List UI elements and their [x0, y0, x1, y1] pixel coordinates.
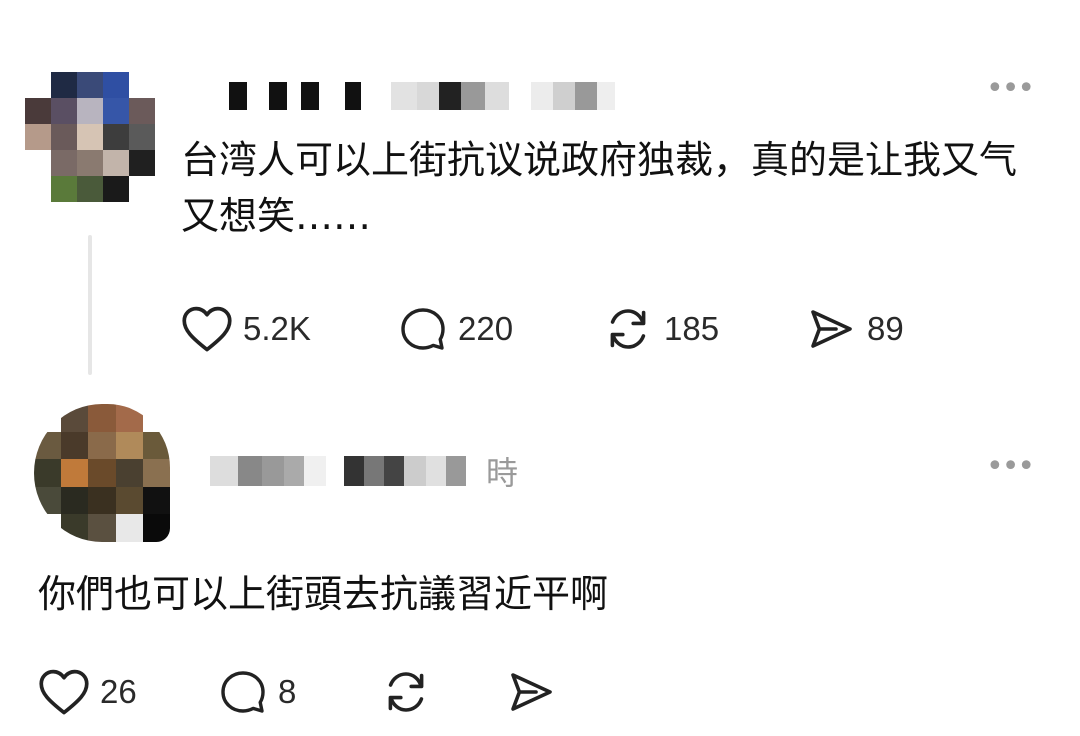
- like-button[interactable]: 26: [38, 668, 137, 716]
- more-options-button[interactable]: •••: [986, 71, 1035, 106]
- comment-button[interactable]: 8: [218, 668, 296, 716]
- share-count: 89: [867, 310, 904, 347]
- more-horizontal-icon: •••: [986, 449, 1035, 484]
- avatar[interactable]: [25, 72, 155, 202]
- post-text: 台湾人可以上街抗议说政府独裁，真的是让我又气又想笑……: [181, 138, 1018, 238]
- username-redacted[interactable]: [207, 82, 615, 110]
- heart-icon: [182, 306, 232, 352]
- more-options-button[interactable]: •••: [986, 449, 1035, 484]
- send-icon: [811, 310, 852, 348]
- repost-count: 185: [664, 310, 720, 347]
- repost-button[interactable]: 185: [602, 305, 719, 353]
- comment-count: 220: [458, 310, 514, 347]
- more-horizontal-icon: •••: [986, 71, 1035, 106]
- repost-button[interactable]: [380, 668, 432, 716]
- thread-line: [88, 235, 92, 375]
- repost-icon: [388, 672, 424, 712]
- speech-bubble-icon: [401, 308, 445, 350]
- post-time: 時: [486, 454, 519, 492]
- username-redacted[interactable]: [210, 456, 466, 486]
- speech-bubble-icon: [221, 671, 265, 713]
- like-button[interactable]: 5.2K: [181, 305, 311, 353]
- share-button[interactable]: [505, 668, 557, 716]
- like-count: 26: [100, 673, 137, 710]
- comment-button[interactable]: 220: [398, 305, 513, 353]
- repost-icon: [610, 309, 646, 349]
- send-icon: [511, 673, 552, 711]
- like-count: 5.2K: [243, 310, 311, 347]
- comment-count: 8: [278, 673, 297, 710]
- avatar[interactable]: [34, 404, 170, 542]
- heart-icon: [39, 669, 89, 715]
- share-button[interactable]: 89: [805, 305, 904, 353]
- reply-text: 你們也可以上街頭去抗議習近平啊: [38, 572, 609, 616]
